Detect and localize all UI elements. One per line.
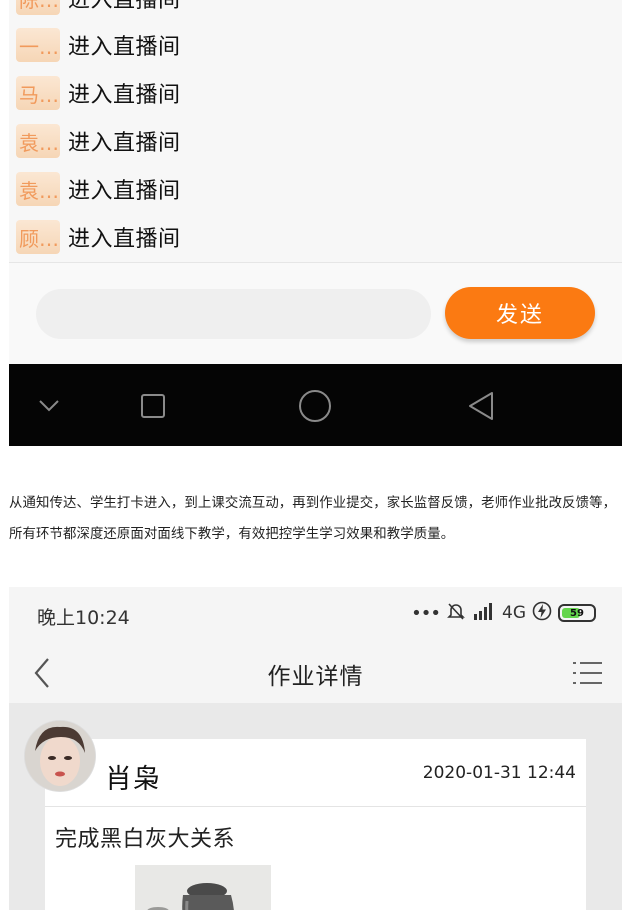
menu-list-icon[interactable] [568,655,608,691]
post-timestamp: 2020-01-31 12:44 [422,763,576,783]
chat-message: 进入直播间 [68,0,181,13]
status-time: 晚上10:24 [37,607,130,629]
avatar[interactable] [25,721,95,791]
chat-row: 袁… 进入直播间 [16,170,181,208]
status-bar: 晚上10:24 ••• 4G 59 [9,587,622,641]
chat-row: 陈… 进入直播间 [16,0,181,17]
user-name-tag: 陈… [16,0,60,15]
artwork-image[interactable] [135,865,271,910]
submission-card[interactable]: 肖枭 2020-01-31 12:44 完成黑白灰大关系 [45,739,586,910]
content-area: 肖枭 2020-01-31 12:44 完成黑白灰大关系 [9,703,622,910]
battery-level: 59 [570,607,584,619]
charging-icon [532,601,552,625]
network-type: 4G [502,603,526,623]
user-name: 肖枭 [105,764,161,795]
circle-icon[interactable] [293,384,337,428]
battery-indicator: 59 [558,604,596,622]
chat-message: 进入直播间 [68,35,181,60]
user-name-tag: 顾… [16,220,60,254]
user-name-tag: 袁… [16,172,60,206]
chat-row: 马… 进入直播间 [16,74,181,112]
more-dots-icon: ••• [411,602,441,624]
chat-message: 进入直播间 [68,83,181,108]
page-title: 作业详情 [267,664,364,690]
app-header: 作业详情 [9,641,622,703]
article-caption: 从通知传达、学生打卡进入，到上课交流互动，再到作业提交，家长监督反馈，老师作业批… [9,496,617,542]
triangle-back-icon[interactable] [459,384,503,428]
chevron-down-icon[interactable] [27,384,71,428]
user-name-tag: 袁… [16,124,60,158]
user-name-tag: 一… [16,28,60,62]
status-icons: ••• 4G 59 [411,601,596,625]
square-icon[interactable] [131,384,175,428]
message-input[interactable] [36,289,431,339]
mute-bell-icon [446,601,466,625]
chat-message: 进入直播间 [68,131,181,156]
chat-row: 袁… 进入直播间 [16,122,181,160]
send-button[interactable]: 发送 [445,287,595,339]
card-header: 肖枭 2020-01-31 12:44 [45,739,586,807]
assignment-detail-screenshot: 晚上10:24 ••• 4G 59 作业详情 肖枭 2020-01-31 12:… [9,587,622,910]
chat-row: 一… 进入直播间 [16,26,181,64]
chat-message: 进入直播间 [68,227,181,252]
user-name-tag: 马… [16,76,60,110]
assignment-title: 完成黑白灰大关系 [55,827,236,852]
live-chat-screenshot: 陈… 进入直播间 一… 进入直播间 马… 进入直播间 袁… 进入直播间 袁… 进… [9,0,622,446]
signal-icon [472,602,496,624]
android-nav-bar [9,364,622,446]
chat-message: 进入直播间 [68,179,181,204]
chat-row: 顾… 进入直播间 [16,218,181,256]
message-composer: 发送 [9,262,622,364]
